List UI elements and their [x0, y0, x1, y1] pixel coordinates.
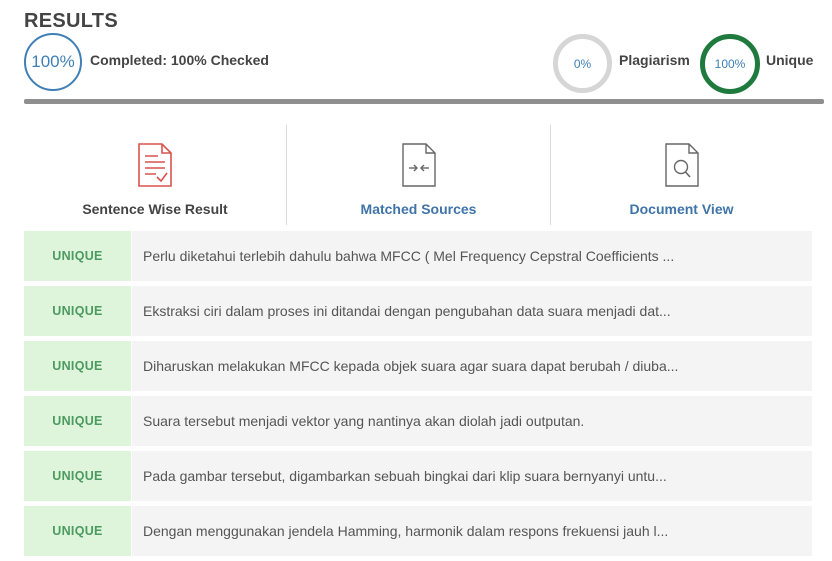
plagiarism-percent: 0% — [573, 56, 592, 71]
unique-percent-circle: 100% — [700, 34, 760, 94]
tab-document-view[interactable]: Document View — [551, 125, 812, 225]
sentence-text: Ekstraksi ciri dalam proses ini ditandai… — [131, 286, 812, 336]
completed-percent-circle: 100% — [24, 33, 82, 91]
completed-percent: 100% — [31, 52, 75, 71]
check-progress-bar — [24, 99, 824, 104]
sentence-text: Suara tersebut menjadi vektor yang nanti… — [131, 396, 812, 446]
page-title: RESULTS — [24, 10, 118, 32]
sentence-row[interactable]: UNIQUE Suara tersebut menjadi vektor yan… — [24, 396, 812, 446]
document-search-icon — [664, 143, 699, 187]
status-badge: UNIQUE — [24, 506, 131, 556]
result-tabs: Sentence Wise Result Matched Sources Doc… — [24, 125, 812, 225]
sentence-row[interactable]: UNIQUE Ekstraksi ciri dalam proses ini d… — [24, 286, 812, 336]
status-badge: UNIQUE — [24, 451, 131, 501]
check-progress-fill — [24, 99, 824, 104]
tab-sentence-wise-result-label: Sentence Wise Result — [82, 201, 228, 217]
status-badge: UNIQUE — [24, 396, 131, 446]
document-check-icon — [138, 143, 172, 187]
unique-percent: 100% — [714, 57, 746, 71]
plagiarism-percent-circle: 0% — [553, 34, 612, 93]
unique-label: Unique — [766, 52, 814, 68]
plagiarism-label: Plagiarism — [619, 52, 690, 68]
sentence-results-list: UNIQUE Perlu diketahui terlebih dahulu b… — [24, 231, 812, 561]
tab-matched-sources-label: Matched Sources — [360, 201, 477, 217]
completed-label: Completed: 100% Checked — [90, 52, 269, 68]
tab-sentence-wise-result[interactable]: Sentence Wise Result — [24, 125, 287, 225]
sentence-text: Pada gambar tersebut, digambarkan sebuah… — [131, 451, 812, 501]
status-badge: UNIQUE — [24, 286, 131, 336]
sentence-row[interactable]: UNIQUE Perlu diketahui terlebih dahulu b… — [24, 231, 812, 281]
sentence-row[interactable]: UNIQUE Pada gambar tersebut, digambarkan… — [24, 451, 812, 501]
status-badge: UNIQUE — [24, 341, 131, 391]
sentence-text: Diharuskan melakukan MFCC kepada objek s… — [131, 341, 812, 391]
sentence-text: Perlu diketahui terlebih dahulu bahwa MF… — [131, 231, 812, 281]
tab-document-view-label: Document View — [629, 201, 734, 217]
status-badge: UNIQUE — [24, 231, 131, 281]
tab-matched-sources[interactable]: Matched Sources — [287, 125, 551, 225]
document-compare-icon — [401, 143, 436, 187]
sentence-row[interactable]: UNIQUE Diharuskan melakukan MFCC kepada … — [24, 341, 812, 391]
sentence-row[interactable]: UNIQUE Dengan menggunakan jendela Hammin… — [24, 506, 812, 556]
sentence-text: Dengan menggunakan jendela Hamming, harm… — [131, 506, 812, 556]
